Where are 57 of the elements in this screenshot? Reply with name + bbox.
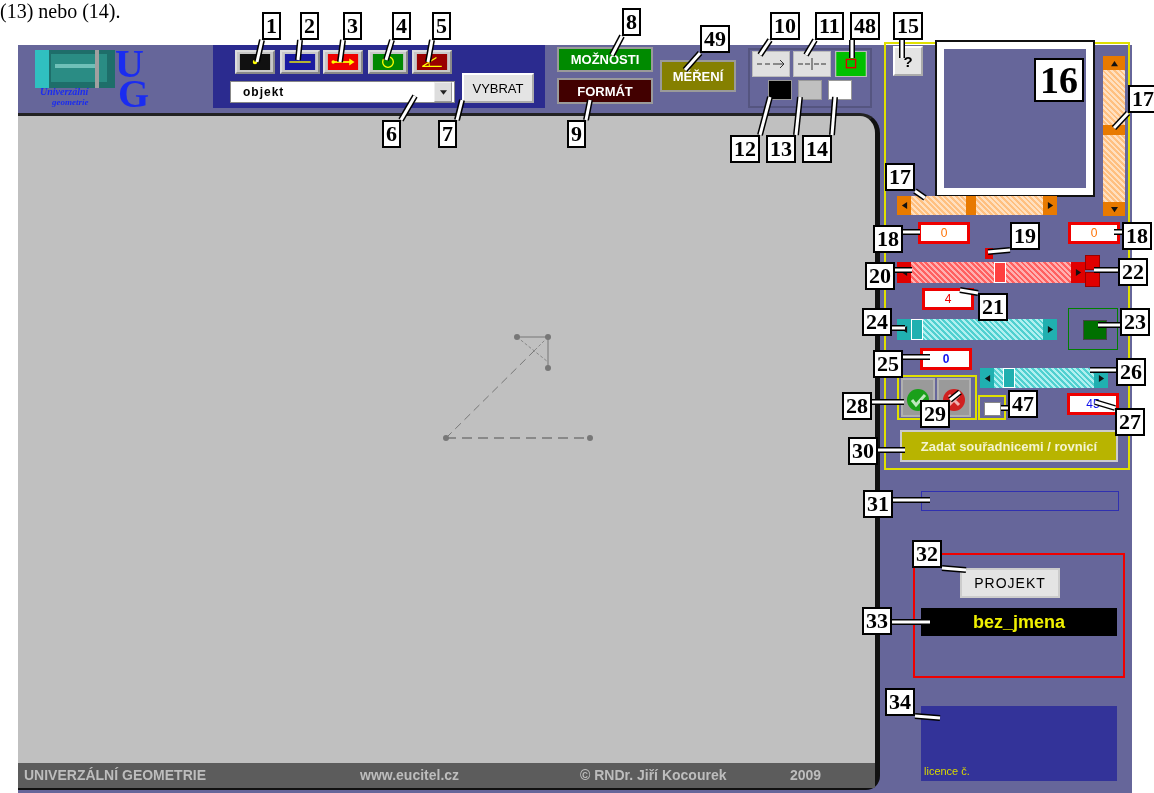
callout-label: 34 <box>885 688 915 716</box>
license-text: licence č. <box>924 765 970 777</box>
format-button[interactable]: FORMÁT <box>557 78 653 104</box>
callout-label: 17 <box>1128 85 1154 113</box>
help-button[interactable]: ? <box>893 46 923 76</box>
callout-label: 10 <box>770 12 800 40</box>
select-button[interactable]: VYBRAT <box>462 73 534 103</box>
callout-label: 9 <box>567 120 586 148</box>
callout-label: 47 <box>1008 390 1038 418</box>
callout-label: 33 <box>862 607 892 635</box>
project-name: bez_jmena <box>921 608 1117 636</box>
caption-text: (13) nebo (14). <box>0 0 121 23</box>
callout-label: 49 <box>700 25 730 53</box>
options-button[interactable]: MOŽNOSTI <box>557 47 653 72</box>
callout-label: 24 <box>862 308 892 336</box>
callout-label: 31 <box>863 490 893 518</box>
callout-label: 21 <box>978 293 1008 321</box>
footer-text: UNIVERZÁLNÍ GEOMETRIE <box>24 767 206 783</box>
callout-label: 23 <box>1120 308 1150 336</box>
callout-label: 27 <box>1115 408 1145 436</box>
callout-label: 5 <box>432 12 451 40</box>
callout-label: 16 <box>1034 58 1084 102</box>
callout-label: 32 <box>912 540 942 568</box>
callout-label: 12 <box>730 135 760 163</box>
callout-label: 48 <box>850 12 880 40</box>
callout-label: 13 <box>766 135 796 163</box>
callout-label: 6 <box>382 120 401 148</box>
callout-label: 14 <box>802 135 832 163</box>
callout-label: 22 <box>1118 258 1148 286</box>
callout-label: 8 <box>622 8 641 36</box>
callout-label: 18 <box>873 225 903 253</box>
callout-label: 4 <box>392 12 411 40</box>
callout-label: 25 <box>873 350 903 378</box>
callout-label: 20 <box>865 262 895 290</box>
callout-label: 11 <box>815 12 844 40</box>
value-field[interactable]: 4 <box>922 288 974 310</box>
callout-label: 30 <box>848 437 878 465</box>
project-button[interactable]: PROJEKT <box>960 568 1060 598</box>
object-dropdown[interactable]: objekt <box>230 81 455 103</box>
logo-text: Univerzální <box>40 86 89 97</box>
callout-label: 1 <box>262 12 281 40</box>
callout-label: 29 <box>920 400 950 428</box>
value-field[interactable]: 0 <box>920 348 972 370</box>
footer-text: www.eucitel.cz <box>360 767 460 783</box>
footer-text: 2009 <box>790 767 822 783</box>
callout-label: 7 <box>438 120 457 148</box>
logo-text: geometrie <box>52 97 89 107</box>
footer-text: © RNDr. Jiří Kocourek <box>580 767 727 783</box>
callout-label: 28 <box>842 392 872 420</box>
callout-label: 18 <box>1122 222 1152 250</box>
callout-label: 15 <box>893 12 923 40</box>
callout-label: 19 <box>1010 222 1040 250</box>
callout-label: 2 <box>300 12 319 40</box>
callout-label: 17 <box>885 163 915 191</box>
measure-button[interactable]: MĚŘENÍ <box>660 60 736 92</box>
callout-label: 26 <box>1116 358 1146 386</box>
callout-label: 3 <box>343 12 362 40</box>
